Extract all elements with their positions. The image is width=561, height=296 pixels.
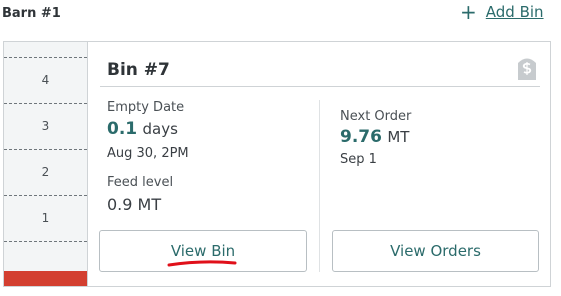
add-bin-link[interactable]: + Add Bin <box>460 0 544 24</box>
gauge-label: 1 <box>41 211 50 225</box>
gauge-label: 4 <box>41 73 50 87</box>
gauge-tick <box>4 57 87 58</box>
empty-date-value: 0.1 days <box>107 119 178 139</box>
gauge-tick <box>4 241 87 242</box>
empty-date-label: Empty Date <box>107 100 185 115</box>
view-orders-button[interactable]: View Orders <box>332 230 539 272</box>
barn-title: Barn #1 <box>2 6 61 21</box>
feed-level-value: 0.9 MT <box>107 195 162 214</box>
empty-date-number: 0.1 <box>107 119 138 139</box>
next-order-unit: MT <box>387 128 410 146</box>
next-order-number: 9.76 <box>340 127 382 147</box>
gauge-label: 3 <box>41 119 50 133</box>
header-divider <box>100 86 540 87</box>
next-order-date: Sep 1 <box>340 152 377 167</box>
gauge-fill <box>4 271 87 286</box>
empty-date-time: Aug 30, 2PM <box>107 146 189 161</box>
empty-date-unit: days <box>142 120 178 138</box>
bin-title: Bin #7 <box>107 60 170 80</box>
silo-icon <box>518 58 536 80</box>
next-order-label: Next Order <box>340 109 412 124</box>
bin-card: 4 3 2 1 Bin #7 Empty Date 0.1 days Aug 3… <box>3 41 551 287</box>
plus-icon: + <box>460 0 477 24</box>
gauge-label: 2 <box>41 165 50 179</box>
fill-gauge: 4 3 2 1 <box>4 42 88 286</box>
column-divider <box>319 100 320 272</box>
add-bin-label: Add Bin <box>485 3 544 21</box>
gauge-tick <box>4 195 87 196</box>
gauge-tick <box>4 149 87 150</box>
red-underline-annotation <box>167 260 237 267</box>
feed-level-label: Feed level <box>107 175 174 190</box>
next-order-value: 9.76 MT <box>340 127 409 147</box>
gauge-tick <box>4 103 87 104</box>
